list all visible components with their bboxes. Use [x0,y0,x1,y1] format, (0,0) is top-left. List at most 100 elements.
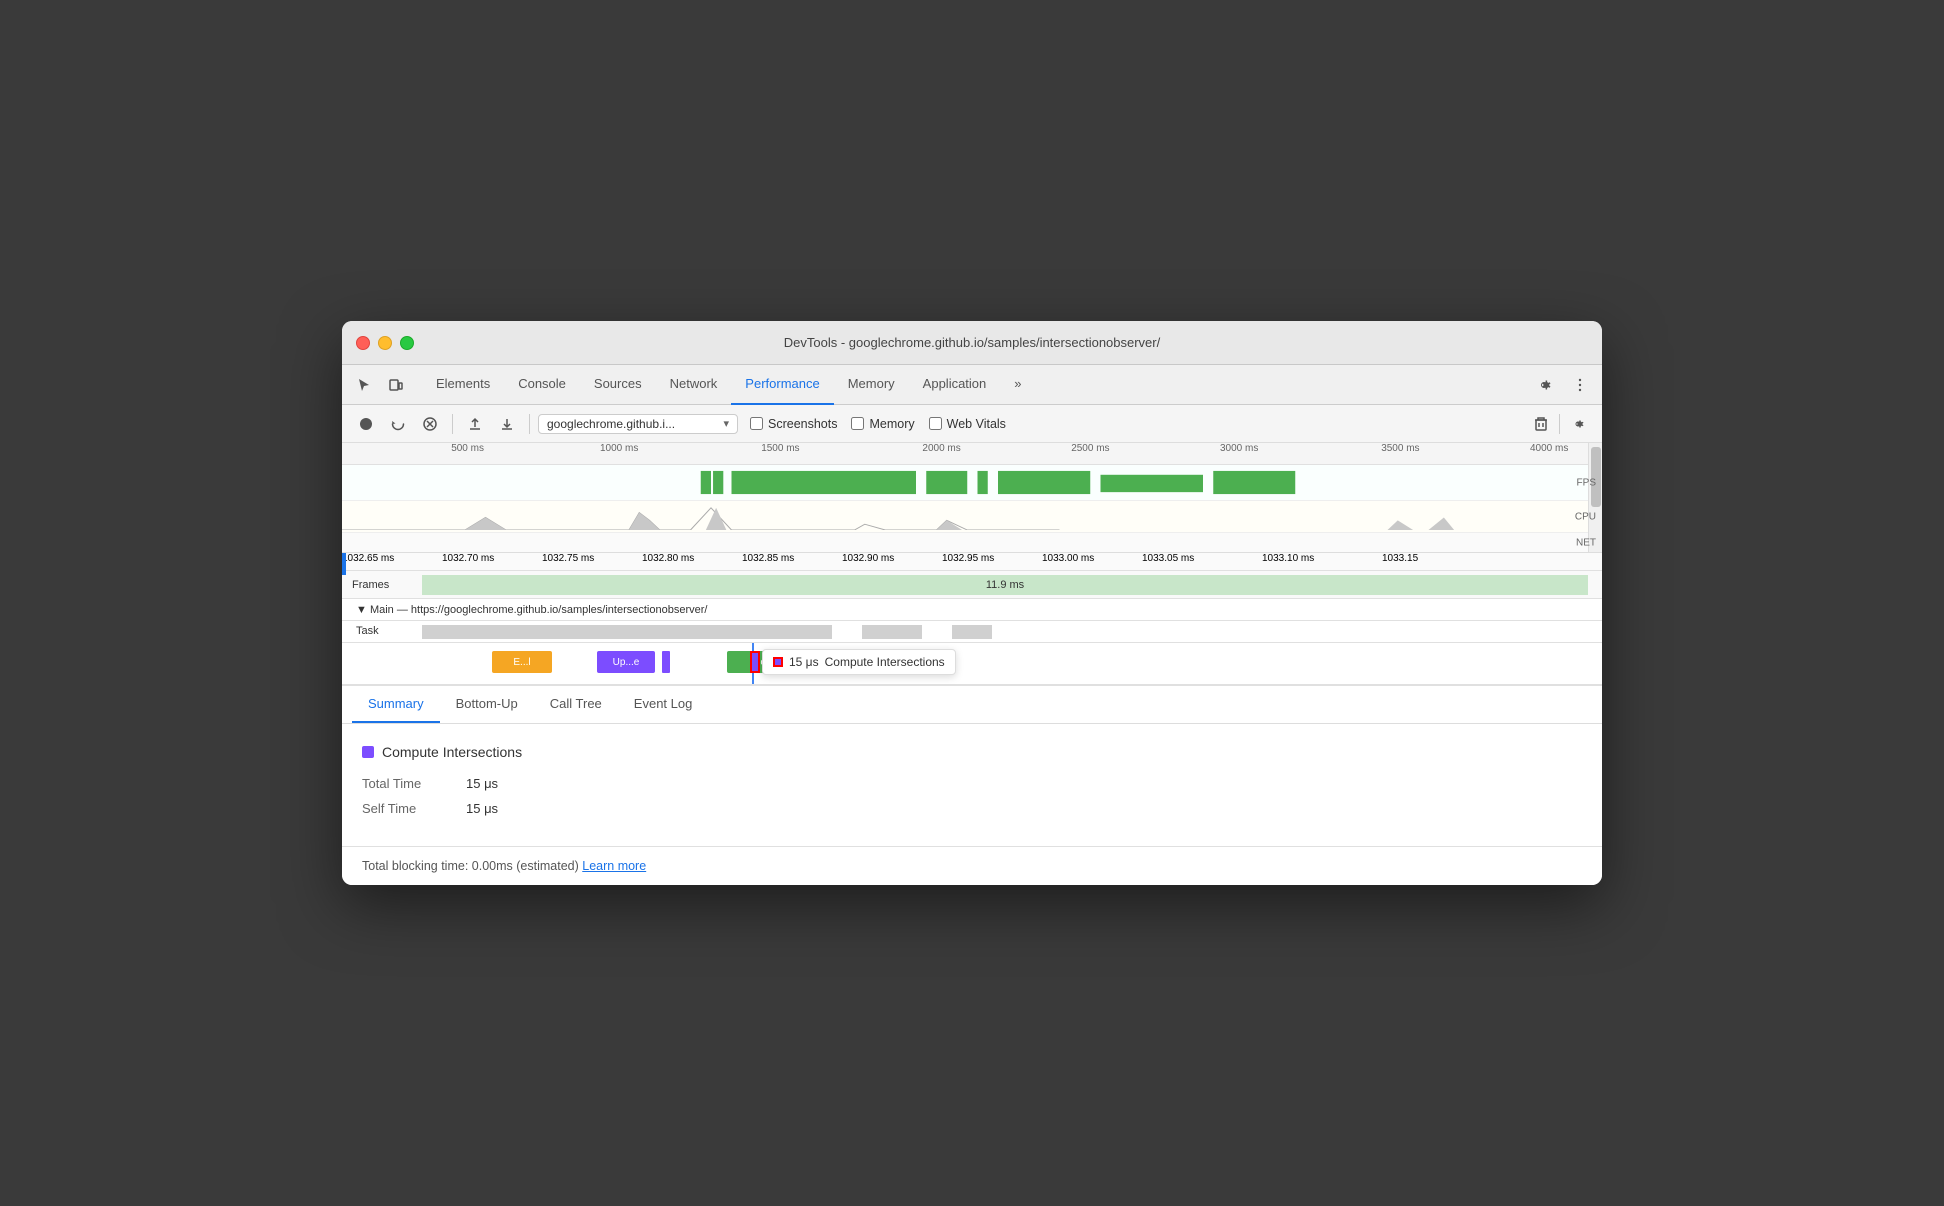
cpu-row: CPU [342,501,1602,533]
timeline-detail: 1032.65 ms 1032.70 ms 1032.75 ms 1032.80… [342,553,1602,686]
screenshots-input[interactable] [750,417,763,430]
summary-total-time-value: 15 μs [466,776,498,791]
ms-5: 1032.85 ms [742,553,794,564]
task-row: Task [342,621,1602,643]
ms-11: 1033.15 [1382,553,1418,564]
tab-console[interactable]: Console [504,365,580,405]
time-markers: 500 ms 1000 ms 1500 ms 2000 ms 2500 ms 3… [352,443,1592,464]
device-icon[interactable] [382,371,410,399]
tooltip-anchor [750,651,760,673]
frames-bar: 11.9 ms [422,575,1588,595]
url-selector[interactable]: googlechrome.github.i... ▾ [538,414,738,434]
memory-input[interactable] [851,417,864,430]
ms-7: 1032.95 ms [942,553,994,564]
events-row: E...l Up...e Co...rs 15 μs Compute Inter… [342,643,1602,685]
memory-checkbox[interactable]: Memory [851,417,914,431]
devtools-tabs-list: Elements Console Sources Network Perform… [422,365,1530,405]
minimize-button[interactable] [378,336,392,350]
cursor-icon[interactable] [350,371,378,399]
screenshots-checkbox[interactable]: Screenshots [750,417,837,431]
summary-event-title: Compute Intersections [362,744,1582,760]
ms-9: 1033.05 ms [1142,553,1194,564]
summary-content: Compute Intersections Total Time 15 μs S… [342,724,1602,846]
event-bar-3[interactable] [662,651,670,673]
fps-chart [342,469,1572,496]
traffic-lights [356,336,414,350]
url-text: googlechrome.github.i... [547,417,719,431]
frames-label: Frames [342,579,422,591]
record-button[interactable] [352,410,380,438]
devtools-window: DevTools - googlechrome.github.io/sample… [342,321,1602,885]
ms-3: 1032.75 ms [542,553,594,564]
ms-10: 1033.10 ms [1262,553,1314,564]
tab-sources[interactable]: Sources [580,365,656,405]
web-vitals-checkbox[interactable]: Web Vitals [929,417,1006,431]
cpu-chart [342,503,1572,530]
upload-button[interactable] [461,410,489,438]
tooltip-time: 15 μs [789,655,819,669]
devtools-tabs-bar: Elements Console Sources Network Perform… [342,365,1602,405]
toolbar-settings-icon[interactable] [1564,410,1592,438]
summary-total-time-row: Total Time 15 μs [362,776,1582,791]
frames-duration: 11.9 ms [986,579,1024,591]
close-button[interactable] [356,336,370,350]
tab-bottom-up[interactable]: Bottom-Up [440,686,534,723]
settings-icon[interactable] [1530,371,1558,399]
learn-more-link[interactable]: Learn more [582,859,646,873]
devtools-tabs-right [1530,371,1594,399]
fps-svg [342,469,1572,496]
summary-color-box [362,746,374,758]
trash-icon[interactable] [1527,410,1555,438]
event-label-1: E...l [513,657,530,668]
ms-ruler: 1032.65 ms 1032.70 ms 1032.75 ms 1032.80… [342,553,1602,571]
title-bar: DevTools - googlechrome.github.io/sample… [342,321,1602,365]
time-3500: 3500 ms [1381,443,1419,454]
frames-row: Frames 11.9 ms [342,571,1602,599]
devtools-icons [350,371,410,399]
performance-toolbar: googlechrome.github.i... ▾ Screenshots M… [342,405,1602,443]
time-1000: 1000 ms [600,443,638,454]
event-bar-1[interactable]: E...l [492,651,552,673]
tab-event-log[interactable]: Event Log [618,686,709,723]
ms-2: 1032.70 ms [442,553,494,564]
summary-event-name: Compute Intersections [382,744,522,760]
main-thread-row: ▼ Main — https://googlechrome.github.io/… [342,599,1602,621]
tab-network[interactable]: Network [656,365,732,405]
ms-8: 1033.00 ms [1042,553,1094,564]
task-bar-3 [952,625,992,639]
memory-label: Memory [869,417,914,431]
web-vitals-input[interactable] [929,417,942,430]
toolbar-separator-2 [529,414,530,434]
tab-summary[interactable]: Summary [352,686,440,723]
main-thread-label: ▼ Main — https://googlechrome.github.io/… [350,604,707,616]
blocking-time-text: Total blocking time: 0.00ms (estimated) [362,859,579,873]
event-bar-2[interactable]: Up...e [597,651,655,673]
summary-self-time-label: Self Time [362,801,442,816]
tab-call-tree[interactable]: Call Tree [534,686,618,723]
tab-more[interactable]: » [1000,365,1035,405]
right-scrollbar[interactable] [1588,443,1602,552]
tab-memory[interactable]: Memory [834,365,909,405]
cpu-label: CPU [1575,511,1596,522]
summary-total-time-label: Total Time [362,776,442,791]
maximize-button[interactable] [400,336,414,350]
summary-self-time-row: Self Time 15 μs [362,801,1582,816]
cpu-svg [342,503,1572,530]
time-2000: 2000 ms [922,443,960,454]
clear-button[interactable] [416,410,444,438]
summary-self-time-value: 15 μs [466,801,498,816]
tab-elements[interactable]: Elements [422,365,504,405]
ms-1: 1032.65 ms [342,553,394,564]
event-label-2: Up...e [613,657,640,668]
tab-application[interactable]: Application [909,365,1001,405]
bottom-panel: Summary Bottom-Up Call Tree Event Log Co… [342,686,1602,885]
main-thread-indicator [342,553,346,575]
tab-performance[interactable]: Performance [731,365,833,405]
toolbar-right [1527,410,1592,438]
download-button[interactable] [493,410,521,438]
fps-row: FPS [342,465,1602,501]
tooltip-color-box [773,657,783,667]
more-options-icon[interactable] [1566,371,1594,399]
reload-button[interactable] [384,410,412,438]
timeline-overview[interactable]: 500 ms 1000 ms 1500 ms 2000 ms 2500 ms 3… [342,443,1602,553]
